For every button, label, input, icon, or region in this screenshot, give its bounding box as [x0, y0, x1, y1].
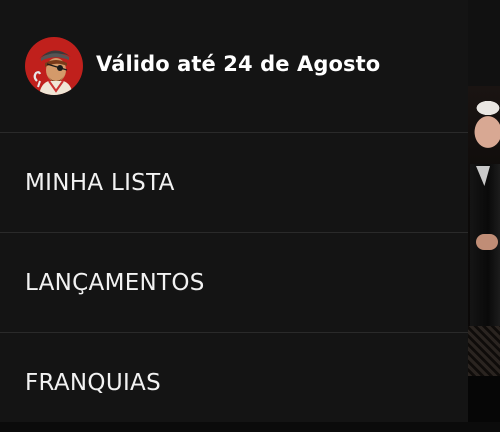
menu-item-franquias[interactable]: FRANQUIAS — [0, 333, 468, 432]
menu-item-label: MINHA LISTA — [25, 170, 175, 196]
photo-hand — [476, 234, 498, 250]
subscription-validity-text: Válido até 24 de Agosto — [96, 52, 381, 76]
drawer-header[interactable]: Válido até 24 de Agosto — [0, 0, 468, 132]
background-content-image — [468, 0, 500, 422]
photo-texture — [468, 326, 500, 376]
pirate-mascot-icon[interactable] — [25, 37, 83, 95]
menu-item-minha-lista[interactable]: MINHA LISTA — [0, 133, 468, 232]
background-top-strip — [468, 0, 500, 86]
background-photo — [468, 86, 500, 376]
navigation-drawer: Válido até 24 de Agosto MINHA LISTA LANÇ… — [0, 0, 468, 422]
menu-item-label: FRANQUIAS — [25, 370, 161, 396]
menu-item-lancamentos[interactable]: LANÇAMENTOS — [0, 233, 468, 332]
menu-item-label: LANÇAMENTOS — [25, 270, 205, 296]
